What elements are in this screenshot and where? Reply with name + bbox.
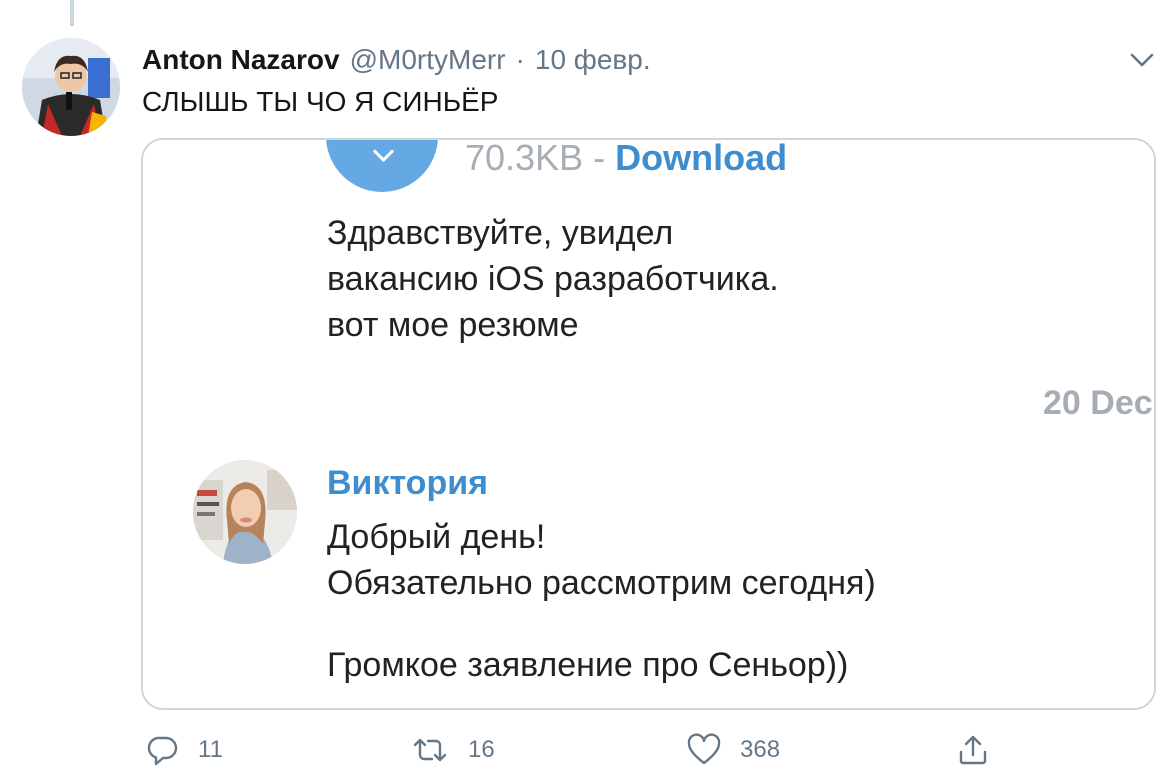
retweet-button[interactable]: 16 xyxy=(410,730,495,770)
download-link[interactable]: Download xyxy=(615,140,787,178)
author-name[interactable]: Anton Nazarov xyxy=(142,44,340,76)
tweet-text: СЛЫШЬ ТЫ ЧО Я СИНЬЁР xyxy=(142,86,499,117)
tweet-actions: 11 16 368 xyxy=(0,730,1172,774)
download-arrow-shape xyxy=(372,140,395,163)
sender-avatar xyxy=(193,460,297,564)
message-line: Здравствуйте, увидел xyxy=(327,214,674,252)
reply-button[interactable]: 11 xyxy=(146,730,223,770)
message-line: Обязательно рассмотрим сегодня) xyxy=(327,564,876,602)
message-date: 20 Dec xyxy=(1043,384,1153,422)
file-dash: - xyxy=(593,138,606,178)
reply-icon xyxy=(146,733,180,767)
message-line: вот мое резюме xyxy=(327,306,579,344)
message-incoming-followup: Громкое заявление про Сеньор)) xyxy=(327,642,848,688)
tweet-date[interactable]: 10 февр. xyxy=(535,44,651,76)
header-separator: · xyxy=(515,44,525,75)
tweet[interactable]: Anton Nazarov @M0rtyMerr · 10 февр. СЛЫШ… xyxy=(0,0,1172,774)
share-button[interactable] xyxy=(956,730,990,770)
heart-icon xyxy=(686,733,722,767)
reply-count: 11 xyxy=(198,736,223,763)
message-incoming: Добрый день! Обязательно рассмотрим сего… xyxy=(327,514,876,606)
download-arrow-icon[interactable] xyxy=(326,140,438,192)
share-icon xyxy=(956,732,990,768)
thread-line xyxy=(70,0,74,26)
tweet-header: Anton Nazarov @M0rtyMerr · 10 февр. xyxy=(142,40,651,80)
chevron-down-icon[interactable] xyxy=(1126,44,1158,76)
message-line: вакансию iOS разработчика. xyxy=(327,260,779,298)
retweet-count: 16 xyxy=(468,736,495,763)
message-line: Громкое заявление про Сеньор)) xyxy=(327,646,849,684)
file-size: 70.3KB xyxy=(465,138,584,178)
like-button[interactable]: 368 xyxy=(686,730,780,770)
sender-name: Виктория xyxy=(327,464,488,502)
author-handle[interactable]: @M0rtyMerr xyxy=(350,44,506,76)
message-line: Добрый день! xyxy=(327,518,546,556)
retweet-icon xyxy=(410,733,450,767)
file-meta: 70.3KB - Download xyxy=(465,140,787,176)
tweet-media-card[interactable]: 70.3KB - Download Здравствуйте, увидел вак… xyxy=(141,138,1156,710)
author-avatar[interactable] xyxy=(22,38,120,136)
like-count: 368 xyxy=(740,736,781,763)
message-outgoing: Здравствуйте, увидел вакансию iOS разраб… xyxy=(327,210,779,348)
